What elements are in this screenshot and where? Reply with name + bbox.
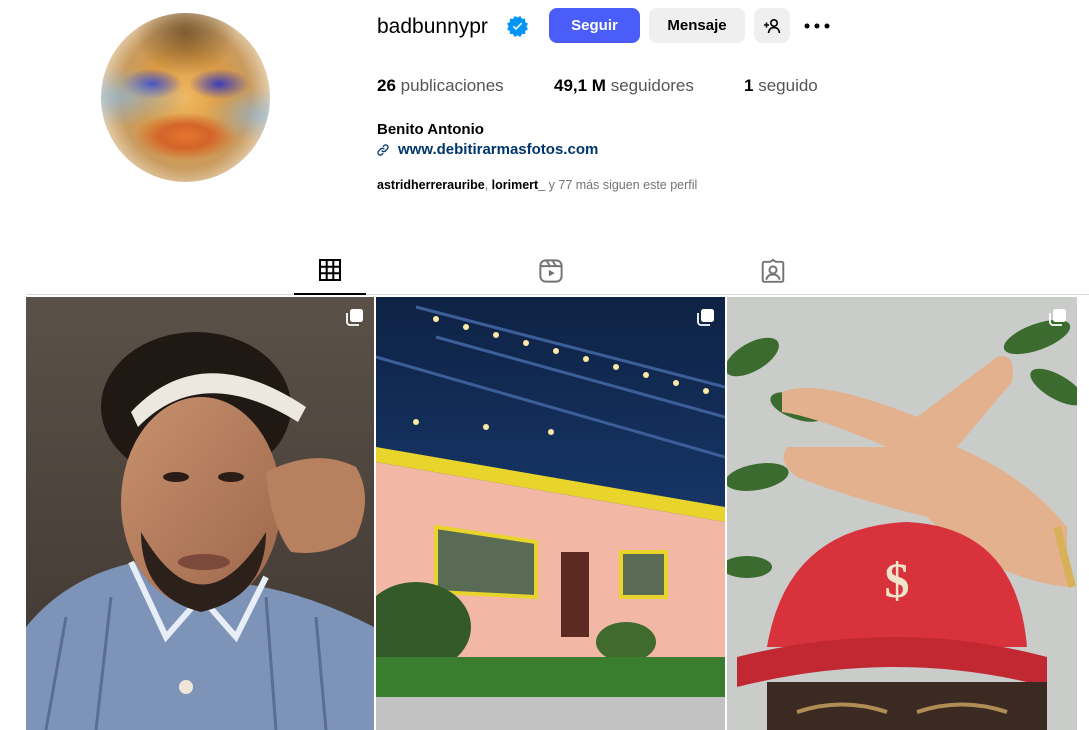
- posts-label: publicaciones: [400, 76, 504, 95]
- verified-badge-icon: [507, 16, 528, 37]
- post-tile-3[interactable]: $: [727, 297, 1077, 730]
- stat-followers[interactable]: 49,1 M seguidores: [554, 76, 694, 96]
- add-person-icon: [764, 18, 781, 33]
- tab-posts[interactable]: [294, 253, 366, 295]
- followers-label: seguidores: [610, 76, 694, 95]
- suggest-accounts-button[interactable]: [754, 8, 790, 43]
- website-link[interactable]: www.debitirarmasfotos.com: [398, 141, 598, 158]
- follower-name-1[interactable]: astridherrerauribe: [377, 178, 485, 192]
- tagged-icon: [761, 258, 785, 283]
- svg-text:$: $: [885, 552, 910, 608]
- posts-count: 26: [377, 76, 396, 95]
- post-image-selfie: [26, 297, 374, 730]
- followers-count: 49,1 M: [554, 76, 606, 95]
- profile-avatar[interactable]: [101, 13, 270, 182]
- more-options-icon: [804, 23, 830, 29]
- avatar-photo: [101, 13, 270, 182]
- following-label: seguido: [758, 76, 818, 95]
- post-image-red-cap: $: [727, 297, 1077, 730]
- tab-reels[interactable]: [515, 253, 587, 295]
- follower-name-2[interactable]: lorimert_: [492, 178, 546, 192]
- follower-separator: ,: [484, 178, 489, 192]
- more-options-button[interactable]: [800, 10, 834, 42]
- stat-following[interactable]: 1 seguido: [744, 76, 818, 96]
- tab-tagged[interactable]: [737, 253, 809, 295]
- message-button[interactable]: Mensaje: [649, 8, 745, 43]
- followed-by-suffix: y 77 más siguen este perfil: [548, 178, 698, 192]
- link-icon: [377, 143, 389, 156]
- grid-icon: [319, 259, 341, 281]
- profile-username: badbunnypr: [377, 15, 488, 38]
- carousel-icon: [1049, 309, 1066, 326]
- followed-by-text[interactable]: astridherrerauribe, lorimert_ y 77 más s…: [377, 178, 697, 192]
- carousel-icon: [346, 309, 363, 326]
- follow-button[interactable]: Seguir: [549, 8, 640, 43]
- post-image-stage-house: [376, 297, 725, 730]
- following-count: 1: [744, 76, 754, 95]
- reels-icon: [539, 259, 563, 283]
- post-tile-2[interactable]: [376, 297, 725, 730]
- carousel-icon: [697, 309, 714, 326]
- website-link-row[interactable]: www.debitirarmasfotos.com: [376, 141, 598, 158]
- post-tile-1[interactable]: [26, 297, 374, 730]
- stat-posts: 26 publicaciones: [377, 76, 504, 96]
- profile-full-name: Benito Antonio: [377, 121, 484, 138]
